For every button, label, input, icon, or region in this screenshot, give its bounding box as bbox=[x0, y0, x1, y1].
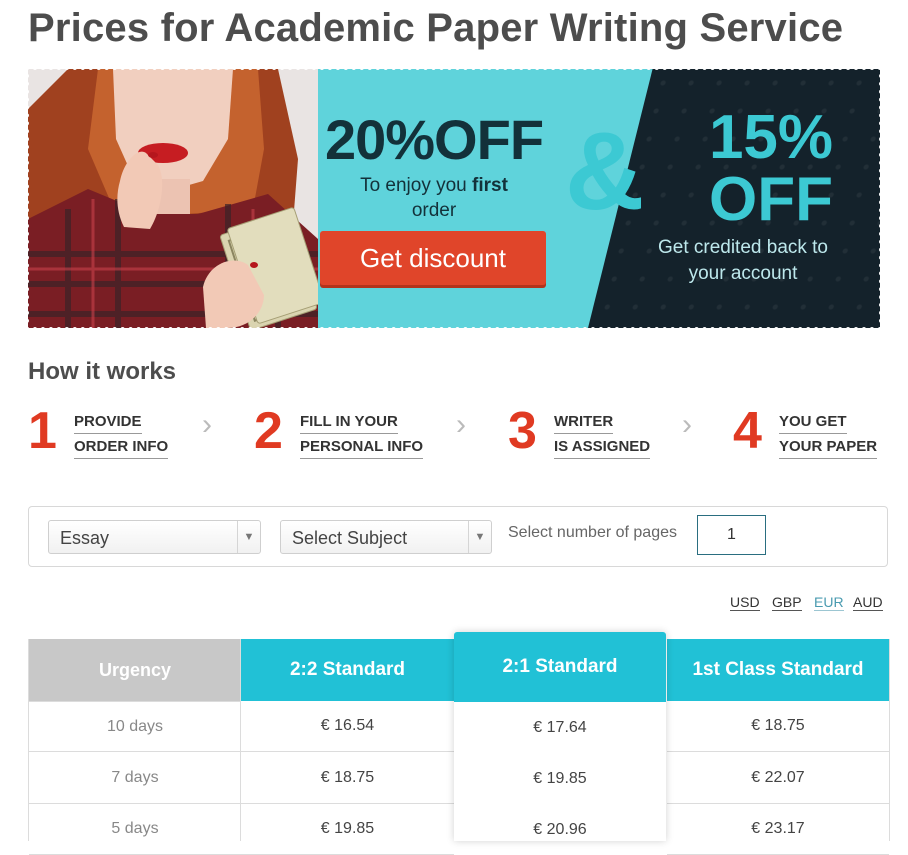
chevron-right-icon: › bbox=[456, 408, 466, 441]
standard-22-column: 2:2 Standard € 16.54 € 18.75 € 19.85 bbox=[240, 639, 454, 855]
step-number: 1 bbox=[28, 402, 57, 460]
price-cell[interactable]: € 18.75 bbox=[241, 753, 454, 804]
price-calculator: Essay ▼ Select Subject ▼ Select number o… bbox=[28, 506, 888, 567]
offer2-line1: Get credited back to bbox=[657, 237, 829, 258]
price-cell[interactable]: € 23.17 bbox=[667, 804, 889, 855]
urgency-column: Urgency 10 days 7 days 5 days bbox=[28, 639, 241, 855]
column-header-1st-class: 1st Class Standard bbox=[667, 639, 889, 701]
pages-label: Select number of pages bbox=[508, 524, 677, 541]
offer2-headline-line2: OFF bbox=[709, 165, 833, 234]
price-cell[interactable]: € 19.85 bbox=[454, 753, 666, 804]
price-cell[interactable]: € 16.54 bbox=[241, 701, 454, 752]
currency-gbp[interactable]: GBP bbox=[772, 594, 802, 611]
chevron-right-icon: › bbox=[202, 408, 212, 441]
step-number: 3 bbox=[508, 402, 537, 460]
currency-aud[interactable]: AUD bbox=[853, 594, 883, 611]
currency-eur[interactable]: EUR bbox=[814, 594, 844, 611]
step-label[interactable]: FILL IN YOUR PERSONAL INFO bbox=[300, 409, 460, 459]
price-cell[interactable]: € 17.64 bbox=[454, 702, 666, 753]
chevron-right-icon: › bbox=[682, 408, 692, 441]
step-label-line1: WRITER bbox=[554, 411, 614, 434]
price-cell[interactable]: € 18.75 bbox=[667, 701, 889, 752]
step-label-line2: ORDER INFO bbox=[74, 436, 169, 459]
offer2-line2: your account bbox=[688, 263, 798, 284]
step-label-line1: FILL IN YOUR bbox=[300, 411, 398, 434]
page-title: Prices for Academic Paper Writing Servic… bbox=[28, 6, 844, 50]
paper-type-select[interactable]: Essay ▼ bbox=[48, 520, 261, 554]
step-number: 2 bbox=[254, 402, 283, 460]
column-header-21-standard: 2:1 Standard bbox=[454, 632, 666, 702]
subject-value: Select Subject bbox=[292, 528, 408, 548]
currency-usd[interactable]: USD bbox=[730, 594, 760, 611]
price-cell[interactable]: € 20.96 bbox=[454, 804, 666, 855]
urgency-cell: 10 days bbox=[29, 701, 241, 752]
ampersand-glyph: & bbox=[565, 110, 645, 233]
get-discount-button[interactable]: Get discount bbox=[320, 231, 546, 285]
step-number: 4 bbox=[733, 402, 762, 460]
column-header-urgency: Urgency bbox=[29, 639, 241, 701]
price-cell[interactable]: € 19.85 bbox=[241, 804, 454, 855]
promo-banner[interactable]: 20%OFF To enjoy you first order Get disc… bbox=[28, 69, 880, 328]
caret-down-icon[interactable]: ▼ bbox=[468, 521, 491, 553]
step-label-line2: IS ASSIGNED bbox=[554, 436, 651, 459]
step-label-line1: PROVIDE bbox=[74, 411, 142, 434]
offer1-bold: first bbox=[472, 175, 508, 196]
offer1-headline: 20%OFF bbox=[324, 108, 544, 171]
first-class-column: 1st Class Standard € 18.75 € 22.07 € 23.… bbox=[667, 639, 890, 855]
offer2-headline: 15% OFF bbox=[671, 107, 871, 231]
urgency-cell: 7 days bbox=[29, 753, 241, 804]
woman-with-money-image bbox=[28, 69, 318, 328]
urgency-cell: 5 days bbox=[29, 804, 241, 855]
offer2-description: Get credited back to your account bbox=[643, 235, 843, 287]
paper-type-value: Essay bbox=[60, 528, 110, 548]
step-label[interactable]: YOU GET YOUR PAPER bbox=[779, 409, 908, 459]
step-label-line1: YOU GET bbox=[779, 411, 847, 434]
column-header-22-standard: 2:2 Standard bbox=[241, 639, 454, 701]
pages-input[interactable] bbox=[697, 515, 766, 555]
offer1-description: To enjoy you first order bbox=[319, 173, 549, 223]
step-label-line2: YOUR PAPER bbox=[779, 436, 878, 459]
offer2-headline-line1: 15% bbox=[708, 103, 834, 172]
offer1-line1: To enjoy you bbox=[360, 175, 473, 196]
step-label-line2: PERSONAL INFO bbox=[300, 436, 424, 459]
how-it-works-title: How it works bbox=[28, 358, 177, 385]
subject-select[interactable]: Select Subject ▼ bbox=[280, 520, 492, 554]
price-cell[interactable]: € 22.07 bbox=[667, 753, 889, 804]
standard-21-column: 2:1 Standard € 17.64 € 19.85 € 20.96 bbox=[454, 632, 666, 841]
offer1-line2: order bbox=[411, 200, 457, 221]
caret-down-icon[interactable]: ▼ bbox=[237, 521, 260, 553]
